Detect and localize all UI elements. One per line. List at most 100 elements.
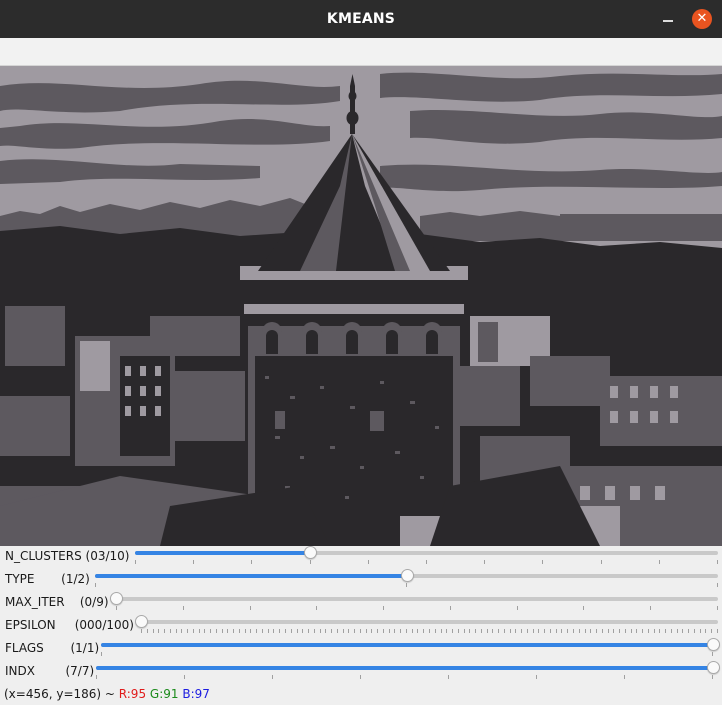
trackbar-tick: [665, 629, 666, 633]
trackbar-label-n-clusters: N_CLUSTERS (03/10): [5, 549, 130, 563]
toolbar: [0, 38, 722, 66]
trackbar-tick: [624, 675, 625, 679]
trackbar-tick: [204, 629, 205, 633]
trackbar-tick: [642, 629, 643, 633]
trackbar-tick: [694, 629, 695, 633]
trackbar-handle-flags[interactable]: [707, 638, 720, 651]
trackbar-tick: [631, 629, 632, 633]
pixel-blue-value: B:97: [182, 687, 210, 701]
trackbar-tick: [659, 560, 660, 564]
trackbar-tick: [475, 629, 476, 633]
trackbar-tick: [170, 629, 171, 633]
close-icon[interactable]: ✕: [692, 9, 712, 29]
trackbar-tick: [400, 629, 401, 633]
trackbar-handle-type[interactable]: [400, 569, 414, 582]
trackbar-tick: [583, 606, 584, 610]
trackbar-tick: [354, 629, 355, 633]
trackbar-handle-indx[interactable]: [707, 661, 720, 674]
trackbar-tick: [423, 629, 424, 633]
trackbar-tick: [337, 629, 338, 633]
trackbar-tick: [285, 629, 286, 633]
trackbar-tick: [446, 629, 447, 633]
trackbar-tick: [677, 629, 678, 633]
trackbar-label-flags: FLAGS (1/1): [5, 641, 100, 655]
minimize-icon[interactable]: [659, 9, 679, 29]
trackbar-handle-epsilon[interactable]: [135, 615, 148, 628]
trackbar-tick: [412, 629, 413, 633]
trackbar-tick: [625, 629, 626, 633]
trackbar-flags[interactable]: [101, 638, 720, 651]
trackbar-tick: [585, 629, 586, 633]
trackbar-tick: [517, 606, 518, 610]
trackbar-tick: [164, 629, 165, 633]
trackbar-tick: [619, 629, 620, 633]
trackbar-tick: [700, 629, 701, 633]
trackbar-tick: [567, 629, 568, 633]
trackbar-tick: [492, 629, 493, 633]
trackbar-tick: [688, 629, 689, 633]
trackbar-tick: [273, 629, 274, 633]
pixel-red-value: R:95: [118, 687, 147, 701]
trackbar-row-epsilon: EPSILON (000/100): [0, 615, 722, 638]
trackbar-label-indx: INDX (7/7): [5, 664, 95, 678]
trackbar-tick: [371, 629, 372, 633]
trackbar-tick: [199, 629, 200, 633]
trackbar-tick: [181, 629, 182, 633]
trackbar-tick: [141, 629, 142, 633]
trackbar-tick: [360, 629, 361, 633]
trackbar-panel: N_CLUSTERS (03/10) TYPE (1/2) MAX_ITER (…: [0, 546, 722, 684]
trackbar-tick: [556, 629, 557, 633]
window-title: KMEANS: [326, 11, 396, 27]
trackbar-tick: [671, 629, 672, 633]
trackbar-tick: [544, 629, 545, 633]
trackbar-n-clusters[interactable]: [135, 546, 718, 559]
trackbar-tick: [417, 629, 418, 633]
trackbar-row-type: TYPE (1/2): [0, 569, 722, 592]
trackbar-tick: [527, 629, 528, 633]
trackbar-label-type: TYPE (1/2): [5, 572, 90, 586]
trackbar-max-iter[interactable]: [110, 592, 718, 605]
pixel-green-value: G:91: [149, 687, 179, 701]
trackbar-tick: [210, 629, 211, 633]
window-titlebar: KMEANS ✕: [0, 0, 722, 38]
trackbar-tick: [561, 629, 562, 633]
trackbar-tick: [536, 675, 537, 679]
trackbar-tick: [435, 629, 436, 633]
trackbar-tick: [187, 629, 188, 633]
trackbar-tick: [227, 629, 228, 633]
trackbar-tick: [426, 560, 427, 564]
trackbar-tick: [183, 606, 184, 610]
trackbar-tick: [636, 629, 637, 633]
clustered-image[interactable]: [0, 66, 722, 546]
trackbar-row-max-iter: MAX_ITER (0/9): [0, 592, 722, 615]
trackbar-tick: [250, 629, 251, 633]
trackbar-tick: [325, 629, 326, 633]
trackbar-tick: [343, 629, 344, 633]
trackbar-tick: [498, 629, 499, 633]
trackbar-tick: [510, 629, 511, 633]
trackbar-tick: [101, 652, 102, 656]
trackbar-tick: [360, 675, 361, 679]
trackbar-epsilon[interactable]: [135, 615, 718, 628]
trackbar-tick: [302, 629, 303, 633]
trackbar-fill-type: [95, 574, 407, 578]
trackbar-fill-indx: [96, 666, 713, 670]
trackbar-tick: [608, 629, 609, 633]
trackbar-tick: [368, 560, 369, 564]
trackbar-handle-max-iter[interactable]: [110, 592, 123, 605]
trackbar-tick: [216, 629, 217, 633]
trackbar-tick: [659, 629, 660, 633]
trackbar-tick: [297, 629, 298, 633]
trackbar-tick: [158, 629, 159, 633]
trackbar-handle-n-clusters[interactable]: [303, 546, 317, 559]
trackbar-tick: [176, 629, 177, 633]
trackbar-tick: [469, 629, 470, 633]
trackbar-tick: [383, 629, 384, 633]
trackbar-tick: [250, 606, 251, 610]
trackbar-tick: [550, 629, 551, 633]
trackbar-type[interactable]: [95, 569, 718, 582]
trackbar-indx[interactable]: [96, 661, 720, 674]
trackbar-tick: [596, 629, 597, 633]
trackbar-tick: [458, 629, 459, 633]
trackbar-tick: [389, 629, 390, 633]
